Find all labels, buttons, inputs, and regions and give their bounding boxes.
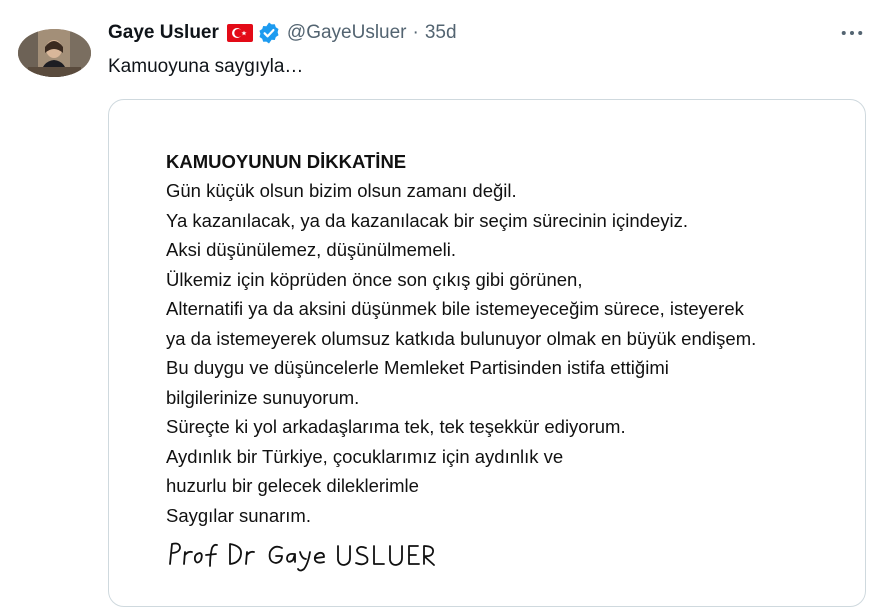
tweet-text: Kamuoyuna saygıyla… [108, 56, 304, 77]
more-options-icon[interactable] [838, 20, 866, 46]
letter-line: Aksi düşünülemez, düşünülmemeli. [166, 239, 456, 260]
letter-line: Aydınlık bir Türkiye, çocuklarımız için … [166, 445, 564, 467]
verified-badge-icon[interactable] [257, 21, 281, 45]
avatar[interactable] [18, 29, 91, 77]
letter-line: Ülkemiz için köprüden önce son çıkış gib… [166, 268, 583, 290]
letter-line: bilgilerinize sunuyorum. [166, 386, 360, 408]
letter-line: Bu duygu ve düşüncelerle Memleket Partis… [166, 357, 669, 378]
tweet-image[interactable]: KAMUOYUNUN DİKKATİNE Gün küçük olsun biz… [108, 99, 866, 607]
letter-line: Süreçte ki yol arkadaşlarıma tek, tek te… [166, 416, 626, 437]
tweet-header: Gaye Usluer @GayeUsluer · 35d [108, 18, 457, 48]
author-handle[interactable]: @GayeUsluer [287, 22, 407, 44]
handwritten-signature [169, 542, 435, 572]
letter-line: huzurlu bir gelecek dileklerimle [166, 475, 419, 496]
separator-dot: · [412, 22, 419, 43]
letter-line: Saygılar sunarım. [166, 504, 311, 526]
turkey-flag-icon [226, 24, 253, 42]
author-name[interactable]: Gaye Usluer [108, 22, 219, 44]
profile-photo [18, 29, 91, 77]
letter-line: Alternatifi ya da aksini düşünmek bile i… [166, 298, 744, 319]
letter-line: Ya kazanılacak, ya da kazanılacak bir se… [166, 209, 689, 231]
letter-line: ya da istemeyerek olumsuz katkıda bulunu… [166, 327, 757, 349]
tweet-timestamp[interactable]: 35d [425, 22, 457, 44]
letter-body: KAMUOYUNUN DİKKATİNE Gün küçük olsun biz… [166, 148, 756, 530]
letter-line: Gün küçük olsun bizim olsun zamanı değil… [166, 180, 517, 201]
letter-title: KAMUOYUNUN DİKKATİNE [166, 151, 407, 172]
